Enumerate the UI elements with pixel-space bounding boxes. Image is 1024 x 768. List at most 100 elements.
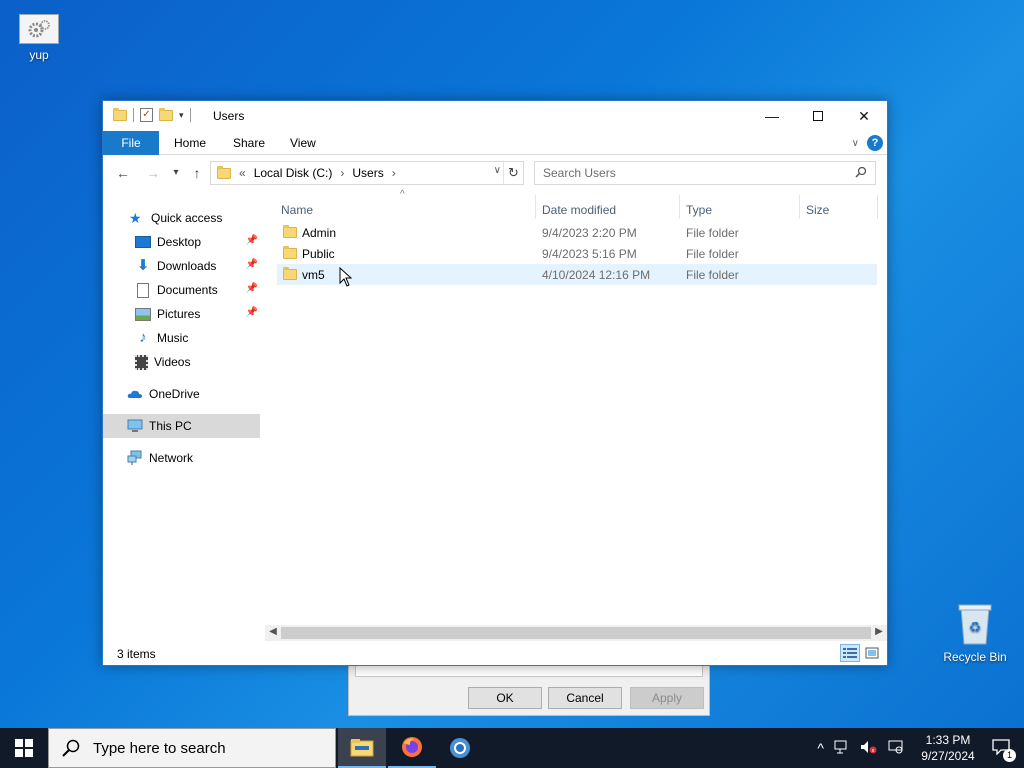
column-divider[interactable] xyxy=(799,195,800,219)
address-bar[interactable]: « Local Disk (C:) › Users › ∨ ↻ xyxy=(210,161,524,185)
firefox-icon xyxy=(402,737,422,757)
nav-label: Network xyxy=(149,451,194,465)
forward-arrow-icon[interactable]: → xyxy=(143,163,163,183)
network-status-icon[interactable] xyxy=(834,740,850,757)
taskbar-file-explorer[interactable] xyxy=(338,728,386,768)
properties-icon[interactable]: ✓ xyxy=(140,108,153,122)
column-date-modified[interactable]: Date modified xyxy=(542,203,616,217)
taskbar-search-box[interactable]: Type here to search xyxy=(48,728,336,768)
nav-videos[interactable]: Videos xyxy=(103,350,260,374)
search-icon[interactable] xyxy=(855,166,867,181)
cloud-icon xyxy=(127,386,143,402)
desktop-icon xyxy=(135,236,151,248)
nav-this-pc[interactable]: This PC xyxy=(103,414,260,438)
file-explorer-icon xyxy=(350,739,374,757)
title-bar[interactable]: ✓ ▾ Users — ✕ xyxy=(103,101,887,131)
recent-locations-icon[interactable]: ▾ xyxy=(166,163,186,183)
file-name: Admin xyxy=(302,225,337,240)
table-row[interactable]: vm5 4/10/2024 12:16 PM File folder xyxy=(277,264,877,285)
folder-icon xyxy=(283,246,297,259)
tab-view[interactable]: View xyxy=(290,131,316,155)
nav-downloads[interactable]: ⬇ Downloads 📌 xyxy=(103,254,260,278)
column-type[interactable]: Type xyxy=(686,203,712,217)
start-button[interactable] xyxy=(0,728,48,768)
back-arrow-icon[interactable]: ← xyxy=(113,163,133,183)
customize-toolbar-icon[interactable]: ▾ xyxy=(179,110,184,121)
mouse-cursor-icon xyxy=(339,267,353,287)
volume-muted-icon[interactable]: x xyxy=(860,740,878,757)
file-name: Public xyxy=(302,246,335,261)
document-icon xyxy=(137,282,149,298)
tab-file[interactable]: File xyxy=(103,131,159,155)
maximize-button[interactable] xyxy=(795,101,841,131)
nav-quick-access[interactable]: ★ Quick access xyxy=(103,206,260,230)
search-icon xyxy=(62,739,80,757)
ok-button[interactable]: OK xyxy=(468,687,542,709)
nav-network[interactable]: Network xyxy=(103,446,260,470)
nav-music[interactable]: ♪ Music xyxy=(103,326,260,350)
nav-documents[interactable]: Documents 📌 xyxy=(103,278,260,302)
pin-icon[interactable]: 📌 xyxy=(246,307,258,318)
chrome-icon xyxy=(450,738,470,758)
column-size[interactable]: Size xyxy=(806,203,829,217)
file-type: File folder xyxy=(686,267,739,282)
scrollbar-thumb[interactable] xyxy=(281,627,871,639)
taskbar-firefox[interactable] xyxy=(388,728,436,768)
scroll-right-icon[interactable]: ▶ xyxy=(872,626,886,637)
breadcrumb-chevron-icon[interactable]: › xyxy=(392,166,396,180)
details-view-icon[interactable] xyxy=(840,644,860,662)
search-box[interactable] xyxy=(534,161,876,185)
tab-home[interactable]: Home xyxy=(174,131,206,155)
tab-share[interactable]: Share xyxy=(233,131,265,155)
taskbar-chrome[interactable] xyxy=(436,728,484,768)
expand-ribbon-icon[interactable]: ∨ xyxy=(852,138,859,149)
address-dropdown-icon[interactable]: ∨ xyxy=(494,165,501,176)
help-icon[interactable]: ? xyxy=(867,135,883,151)
desktop-icon-label: yup xyxy=(29,48,49,62)
display-icon[interactable] xyxy=(888,740,904,757)
column-name[interactable]: Name xyxy=(281,203,313,217)
search-input[interactable] xyxy=(535,162,875,184)
horizontal-scrollbar[interactable]: ◀ ▶ xyxy=(265,625,887,641)
notification-icon[interactable]: 1 xyxy=(992,738,1016,762)
pin-icon[interactable]: 📌 xyxy=(246,259,258,270)
taskbar-search-placeholder: Type here to search xyxy=(93,739,226,757)
show-hidden-icons-icon[interactable]: ^ xyxy=(817,740,824,756)
column-divider[interactable] xyxy=(679,195,680,219)
desktop-icon-label: Recycle Bin xyxy=(943,650,1007,664)
star-icon: ★ xyxy=(129,210,142,226)
item-count: 3 items xyxy=(117,647,156,661)
nav-pictures[interactable]: Pictures 📌 xyxy=(103,302,260,326)
pin-icon[interactable]: 📌 xyxy=(246,283,258,294)
table-row[interactable]: Public 9/4/2023 5:16 PM File folder xyxy=(277,243,877,264)
nav-desktop[interactable]: Desktop 📌 xyxy=(103,230,260,254)
apply-button[interactable]: Apply xyxy=(630,687,704,709)
clock[interactable]: 1:33 PM 9/27/2024 xyxy=(909,732,987,764)
file-date: 9/4/2023 2:20 PM xyxy=(542,225,637,240)
taskbar: Type here to search ^ x 1:33 PM 9/27/202… xyxy=(0,728,1024,768)
table-row[interactable]: Admin 9/4/2023 2:20 PM File folder xyxy=(277,222,877,243)
pin-icon[interactable]: 📌 xyxy=(246,235,258,246)
minimize-button[interactable]: — xyxy=(749,101,795,131)
desktop-icon-recycle-bin[interactable]: ♻ Recycle Bin xyxy=(937,602,1013,664)
breadcrumb-local-disk[interactable]: Local Disk (C:) xyxy=(254,166,333,180)
settings-app-icon xyxy=(19,14,59,44)
breadcrumb-overflow[interactable]: « xyxy=(239,166,246,180)
desktop-icon-yup[interactable]: yup xyxy=(1,14,77,62)
column-divider[interactable] xyxy=(535,195,536,219)
sort-ascending-icon: ^ xyxy=(400,189,405,200)
file-date: 9/4/2023 5:16 PM xyxy=(542,246,637,261)
nav-onedrive[interactable]: OneDrive xyxy=(103,382,260,406)
breadcrumb-chevron-icon[interactable]: › xyxy=(340,166,344,180)
svg-text:x: x xyxy=(872,748,875,754)
up-arrow-icon[interactable]: ↑ xyxy=(187,163,207,183)
scroll-left-icon[interactable]: ◀ xyxy=(266,626,280,637)
cancel-button[interactable]: Cancel xyxy=(548,687,622,709)
column-divider[interactable] xyxy=(877,195,878,219)
close-button[interactable]: ✕ xyxy=(841,101,887,131)
breadcrumb-users[interactable]: Users xyxy=(352,166,383,180)
refresh-icon[interactable]: ↻ xyxy=(503,162,523,184)
nav-label: Pictures xyxy=(157,307,201,321)
large-icons-view-icon[interactable] xyxy=(862,644,882,662)
new-folder-icon[interactable] xyxy=(159,107,173,121)
